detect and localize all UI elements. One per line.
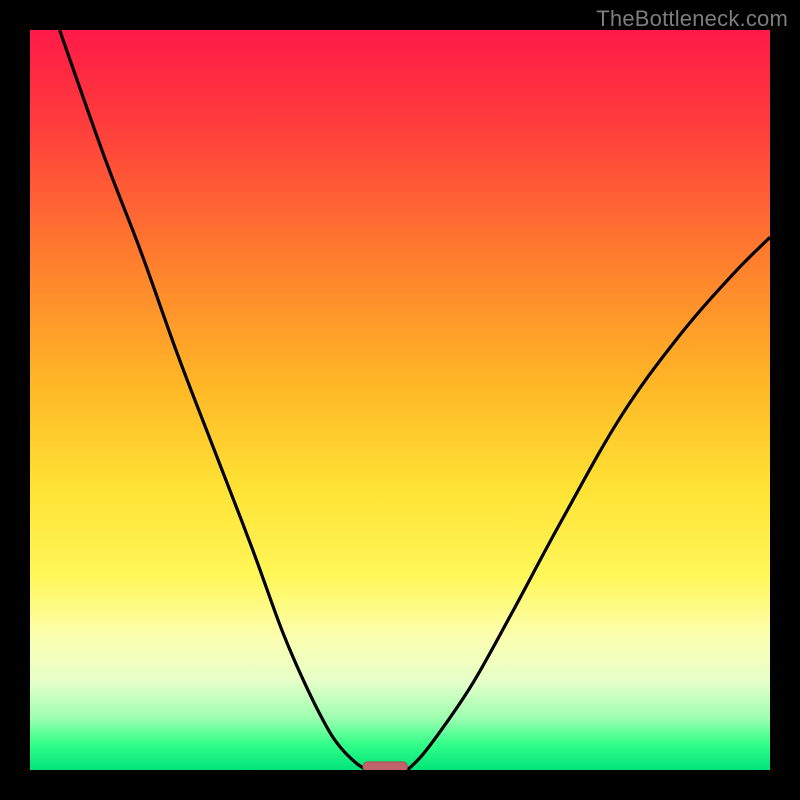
plot-area xyxy=(30,30,770,770)
attribution-text: TheBottleneck.com xyxy=(596,6,788,32)
chart-container: TheBottleneck.com xyxy=(0,0,800,800)
optimum-marker xyxy=(363,762,407,770)
chart-svg xyxy=(30,30,770,770)
gradient-background xyxy=(30,30,770,770)
